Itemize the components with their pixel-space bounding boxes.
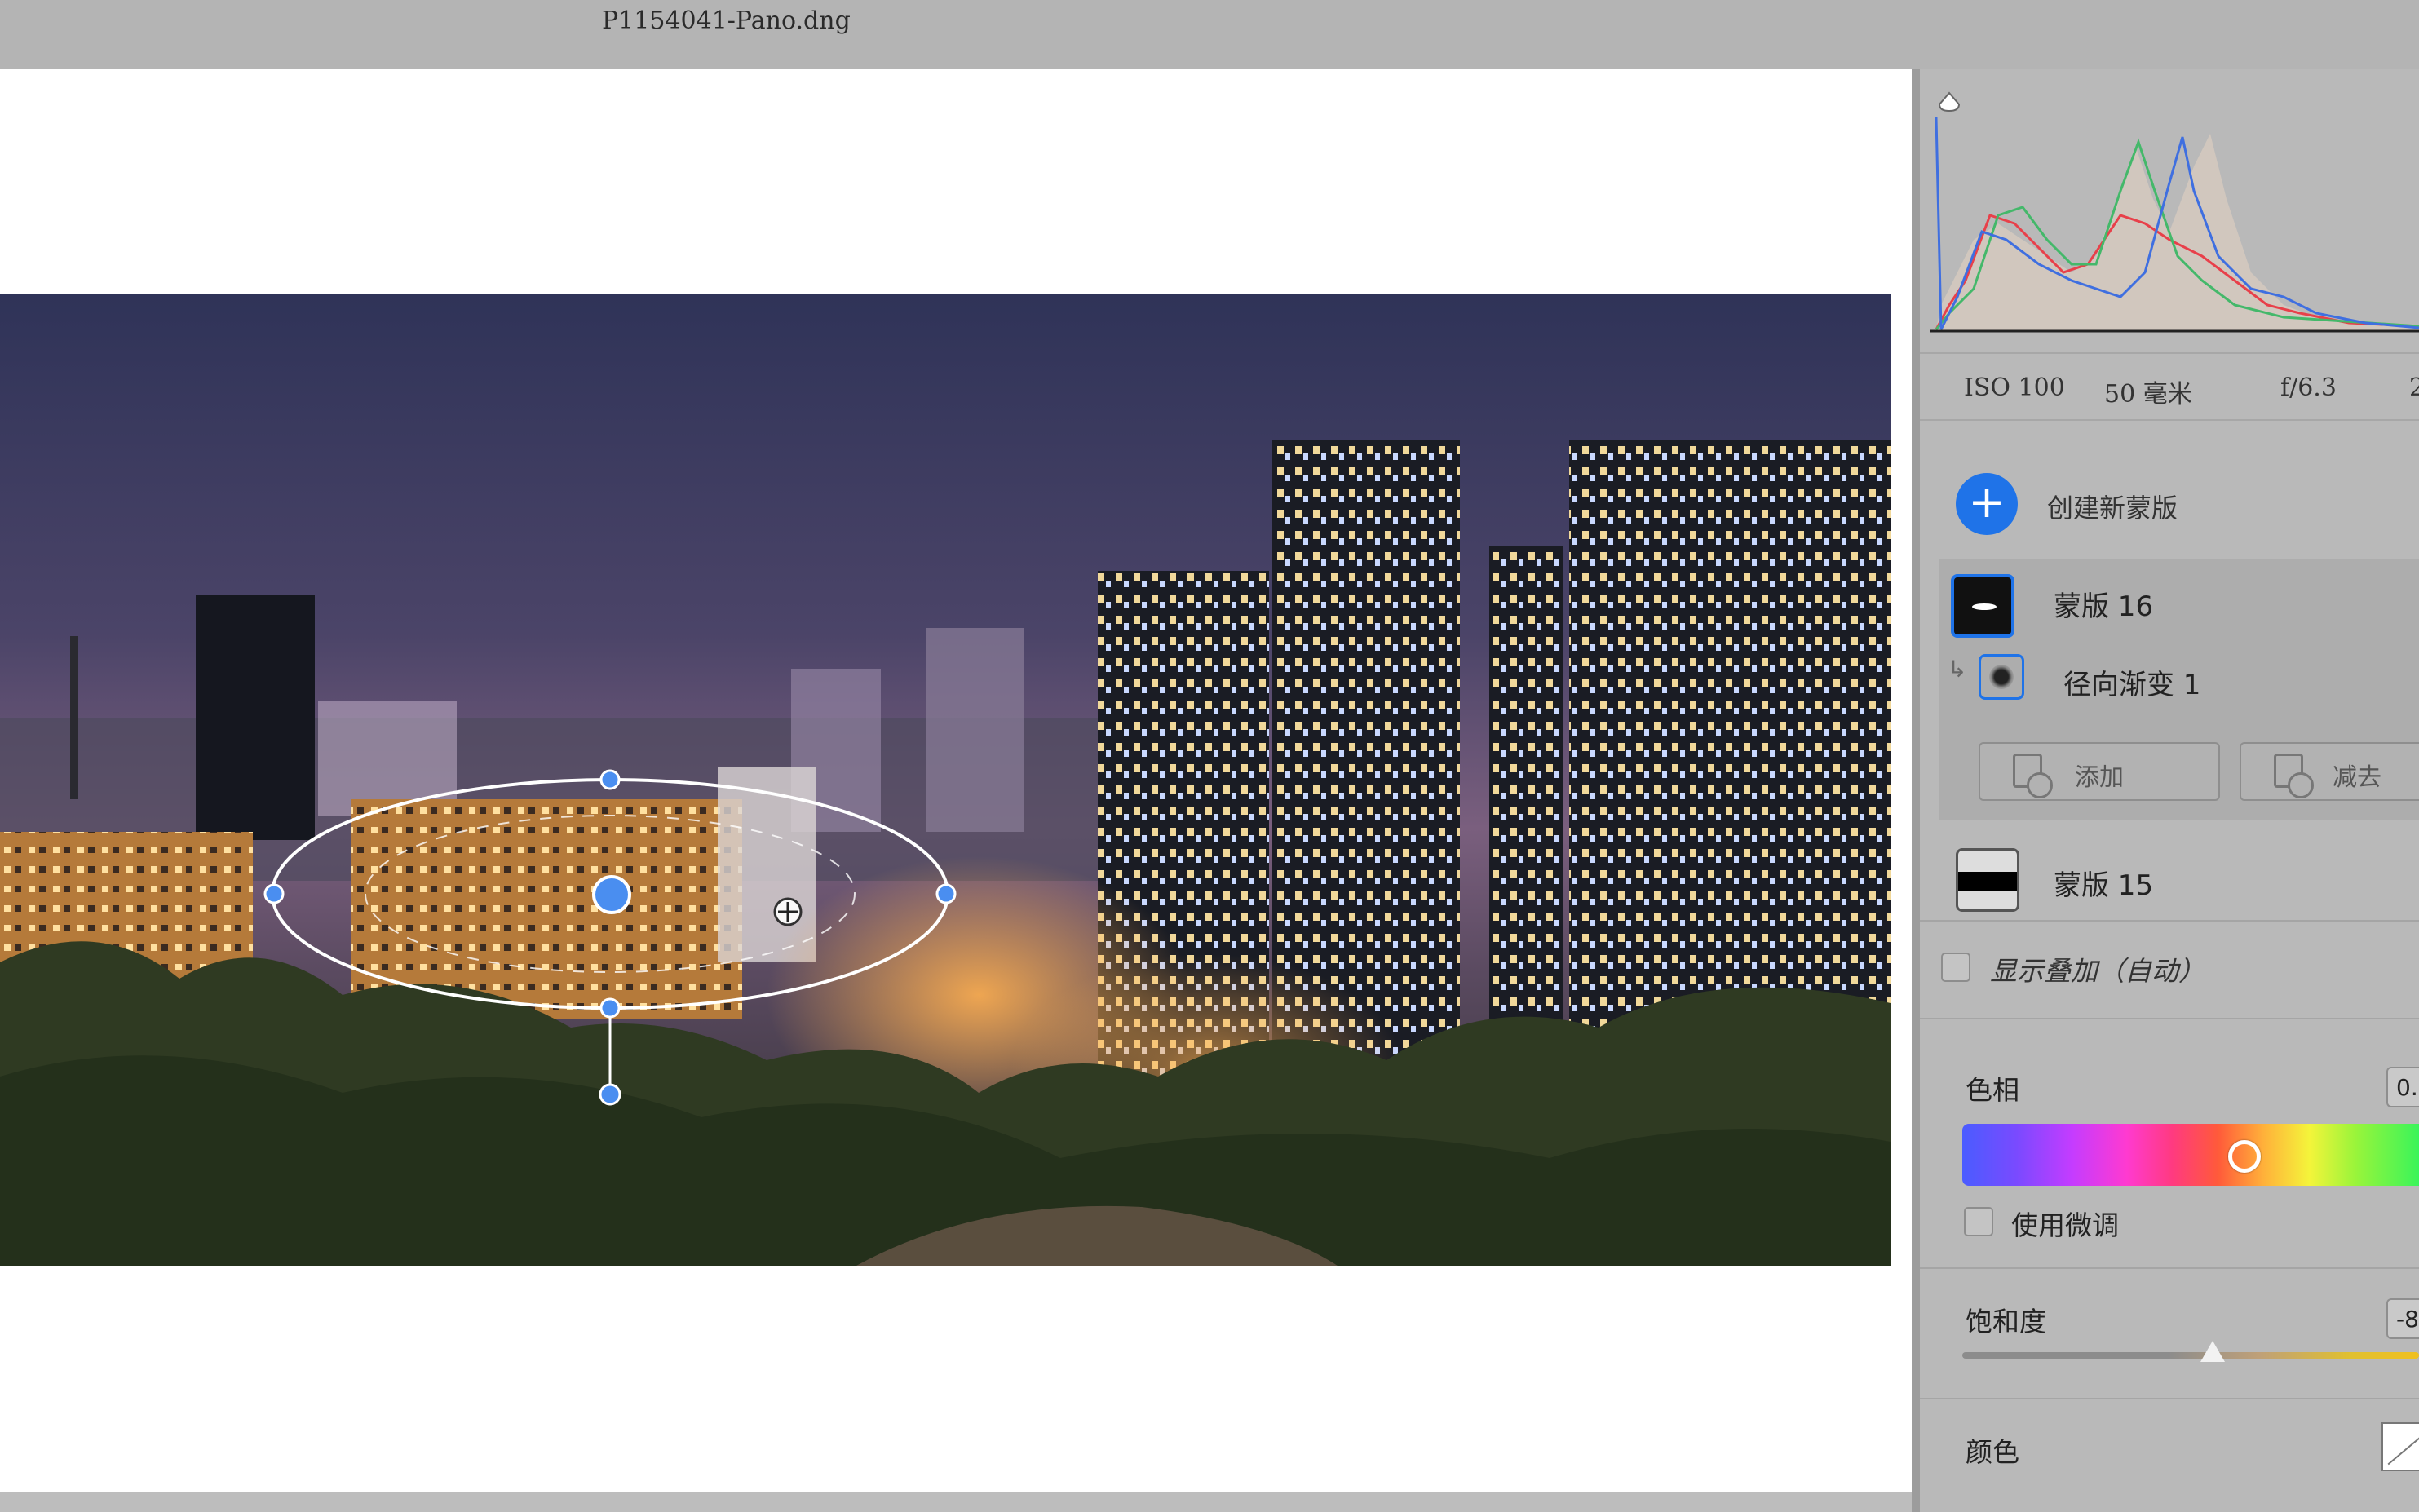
mask-16-group[interactable]: 蒙版 16 ↳ 径向渐变 1 添加 减去 (1939, 559, 2419, 820)
mask-15-thumbnail[interactable] (1956, 848, 2019, 912)
show-overlay-checkbox[interactable] (1941, 953, 1970, 982)
hue-value-field[interactable]: 0. (2386, 1067, 2419, 1107)
photo-preview[interactable] (0, 294, 1891, 1266)
mask-16-thumbnail[interactable] (1951, 574, 2014, 638)
title-bar: P1154041-Pano.dng (0, 0, 2419, 69)
iso-value: ISO 100 (1964, 374, 2065, 402)
saturation-value-field[interactable]: -8 (2386, 1298, 2419, 1339)
child-arrow-icon: ↳ (1948, 656, 1967, 683)
focal-length: 50 毫米 (2104, 380, 2192, 409)
subtract-button[interactable]: 减去 (2240, 742, 2419, 801)
create-mask-row[interactable]: + 创建新蒙版 (1956, 473, 2419, 538)
divider (1920, 1398, 2419, 1399)
aperture: f/6.3 (2280, 374, 2337, 402)
shutter-partial: 2 (2409, 374, 2419, 402)
color-label: 颜色 (1966, 1436, 2019, 1468)
status-bar (0, 1492, 1912, 1512)
fine-tune-label[interactable]: 使用微调 (2011, 1204, 2119, 1243)
mask-panel: ISO 100 50 毫米 f/6.3 2 + 创建新蒙版 蒙版 16 ↳ 径向… (1920, 69, 2419, 1512)
add-mask-icon[interactable]: + (1956, 473, 2018, 535)
camera-info: ISO 100 50 毫米 f/6.3 2 (1920, 352, 2419, 421)
histogram (1925, 69, 2419, 338)
file-title: P1154041-Pano.dng (602, 7, 851, 35)
panel-divider[interactable] (1912, 69, 1920, 1512)
add-button[interactable]: 添加 (1979, 742, 2220, 801)
subtract-component-icon (2274, 754, 2314, 798)
hue-label: 色相 (1966, 1074, 2019, 1106)
hue-slider[interactable] (1962, 1124, 2419, 1186)
divider (1920, 920, 2419, 922)
create-mask-label[interactable]: 创建新蒙版 (2047, 488, 2178, 525)
show-overlay-label[interactable]: 显示叠加（自动） (1990, 949, 2205, 988)
hue-slider-knob[interactable] (2228, 1140, 2261, 1173)
color-swatch[interactable] (2381, 1422, 2419, 1471)
saturation-slider-thumb[interactable] (2200, 1341, 2225, 1362)
saturation-label: 饱和度 (1966, 1306, 2046, 1337)
saturation-slider[interactable] (1962, 1341, 2419, 1362)
mask-16-name[interactable]: 蒙版 16 (2054, 584, 2153, 624)
fine-tune-checkbox[interactable] (1964, 1207, 1993, 1236)
divider (1920, 1018, 2419, 1019)
radial-gradient-icon[interactable] (1979, 654, 2024, 700)
radial-gradient-name[interactable]: 径向渐变 1 (2063, 662, 2200, 702)
mask-15-name[interactable]: 蒙版 15 (2054, 863, 2153, 903)
add-component-icon (2013, 754, 2053, 798)
divider (1920, 1267, 2419, 1269)
